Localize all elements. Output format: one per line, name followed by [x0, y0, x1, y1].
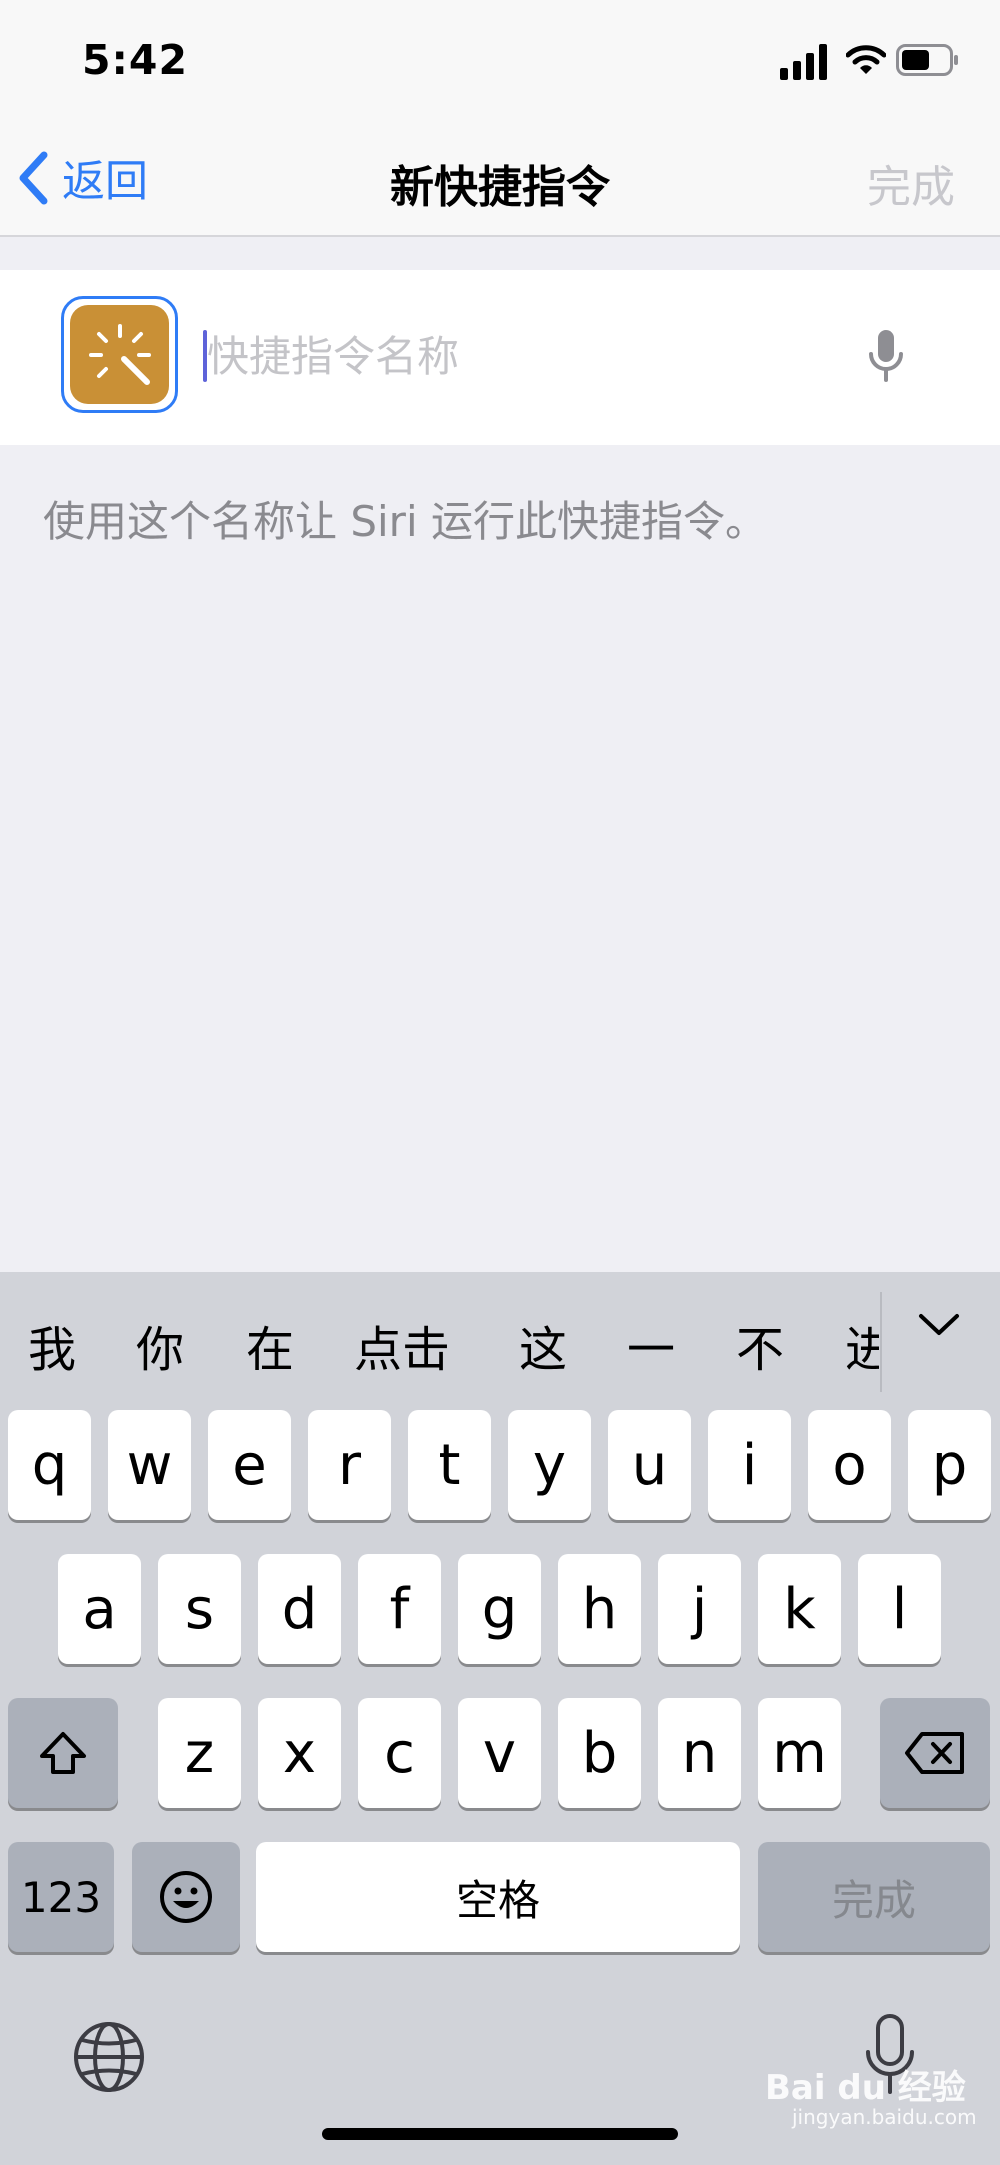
candidate-bar: 我 你 在 点击 这 一 不 进 — [0, 1272, 1000, 1412]
key-n[interactable]: n — [658, 1698, 741, 1808]
candidate-word[interactable]: 这 — [519, 1310, 567, 1380]
key-h[interactable]: h — [558, 1554, 641, 1664]
emoji-key[interactable] — [132, 1842, 240, 1952]
key-x[interactable]: x — [258, 1698, 341, 1808]
candidate-word[interactable]: 我 — [28, 1310, 76, 1380]
delete-key[interactable] — [880, 1698, 990, 1808]
navigation-bar: 返回 新快捷指令 完成 — [0, 125, 1000, 237]
key-e[interactable]: e — [208, 1410, 291, 1520]
done-button[interactable]: 完成 — [867, 151, 955, 215]
key-b[interactable]: b — [558, 1698, 641, 1808]
shortcut-name-row — [0, 270, 1000, 445]
key-j[interactable]: j — [658, 1554, 741, 1664]
battery-icon — [896, 44, 958, 76]
dictation-microphone-icon[interactable] — [868, 328, 904, 384]
key-v[interactable]: v — [458, 1698, 541, 1808]
candidate-word[interactable]: 一 — [627, 1310, 675, 1380]
keyboard: 我 你 在 点击 这 一 不 进 q w e r t y u i o p a s… — [0, 1272, 1000, 2165]
key-i[interactable]: i — [708, 1410, 791, 1520]
key-p[interactable]: p — [908, 1410, 991, 1520]
key-f[interactable]: f — [358, 1554, 441, 1664]
home-indicator[interactable] — [322, 2128, 678, 2140]
key-k[interactable]: k — [758, 1554, 841, 1664]
key-r[interactable]: r — [308, 1410, 391, 1520]
key-d[interactable]: d — [258, 1554, 341, 1664]
candidate-divider — [880, 1292, 882, 1392]
key-m[interactable]: m — [758, 1698, 841, 1808]
shortcut-name-input[interactable] — [207, 316, 827, 396]
candidate-word[interactable]: 不 — [736, 1310, 784, 1380]
key-c[interactable]: c — [358, 1698, 441, 1808]
wifi-icon — [846, 45, 886, 74]
key-s[interactable]: s — [158, 1554, 241, 1664]
key-o[interactable]: o — [808, 1410, 891, 1520]
key-a[interactable]: a — [58, 1554, 141, 1664]
shortcut-icon-tile — [70, 305, 169, 404]
emoji-icon — [160, 1871, 212, 1923]
status-time: 5:42 — [82, 36, 188, 84]
page-title: 新快捷指令 — [390, 162, 610, 213]
shift-key[interactable] — [8, 1698, 118, 1808]
chevron-down-icon[interactable] — [917, 1312, 961, 1338]
candidate-word[interactable]: 你 — [136, 1310, 184, 1380]
key-z[interactable]: z — [158, 1698, 241, 1808]
key-l[interactable]: l — [858, 1554, 941, 1664]
magic-wand-icon — [88, 323, 151, 385]
candidate-word[interactable]: 进 — [845, 1310, 879, 1380]
space-key[interactable]: 空格 — [256, 1842, 740, 1952]
backspace-icon — [905, 1732, 964, 1774]
numbers-key[interactable]: 123 — [8, 1842, 114, 1952]
watermark-url: jingyan.baidu.com — [792, 2105, 977, 2129]
candidate-word[interactable]: 在 — [246, 1310, 294, 1380]
baidu-watermark: Bai du 经验 — [765, 2068, 966, 2108]
keyboard-done-key[interactable]: 完成 — [758, 1842, 990, 1952]
key-w[interactable]: w — [108, 1410, 191, 1520]
cellular-signal-icon — [780, 44, 827, 80]
candidate-word[interactable]: 点击 — [354, 1310, 450, 1380]
globe-icon[interactable] — [72, 2020, 146, 2094]
shift-arrow-icon — [40, 1732, 86, 1774]
key-q[interactable]: q — [8, 1410, 91, 1520]
key-u[interactable]: u — [608, 1410, 691, 1520]
key-g[interactable]: g — [458, 1554, 541, 1664]
name-hint-text: 使用这个名称让 Siri 运行此快捷指令。 — [43, 497, 767, 546]
key-t[interactable]: t — [408, 1410, 491, 1520]
shortcut-icon-button[interactable] — [61, 296, 178, 413]
status-bar: 5:42 — [0, 0, 1000, 125]
key-y[interactable]: y — [508, 1410, 591, 1520]
